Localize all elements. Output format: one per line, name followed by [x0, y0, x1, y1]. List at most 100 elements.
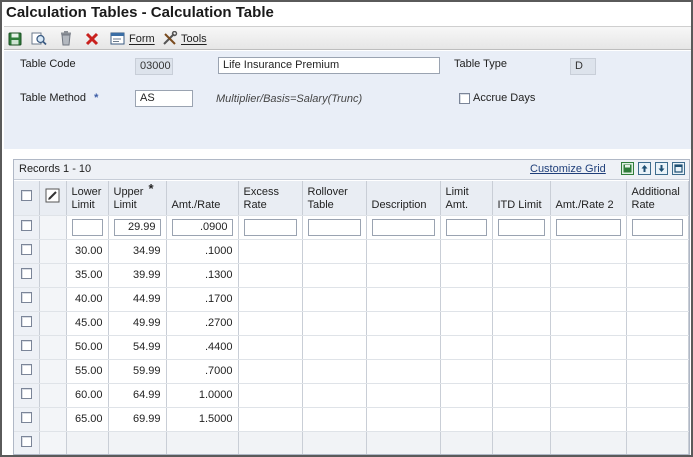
table-row[interactable]: 60.00 64.99 1.0000	[14, 383, 689, 408]
lower-limit-cell[interactable]: 40.00	[66, 287, 109, 312]
description-input-cell[interactable]	[366, 215, 441, 240]
itd-limit-cell[interactable]	[492, 359, 551, 384]
excess-rate-cell[interactable]	[238, 239, 303, 264]
additional-rate-cell[interactable]	[626, 383, 689, 408]
maximize-icon[interactable]	[672, 162, 685, 175]
amt-rate-2-cell[interactable]	[550, 383, 627, 408]
rollover-table-cell[interactable]	[302, 287, 367, 312]
amt-rate-2-cell[interactable]	[550, 335, 627, 360]
find-button[interactable]	[31, 30, 47, 47]
itd-limit-cell[interactable]	[492, 383, 551, 408]
rollover-table-cell[interactable]	[302, 263, 367, 288]
row-select-cell[interactable]	[14, 239, 40, 264]
excess-rate-cell[interactable]	[238, 311, 303, 336]
additional-rate-cell[interactable]	[626, 311, 689, 336]
excess-rate-cell[interactable]	[238, 407, 303, 432]
row-select-cell[interactable]	[14, 359, 40, 384]
description-cell[interactable]	[366, 239, 441, 264]
excess-rate-cell[interactable]	[238, 383, 303, 408]
column-header-itd-limit[interactable]: ITD Limit	[492, 181, 551, 216]
itd-limit-cell[interactable]	[492, 335, 551, 360]
table-row[interactable]: 50.00 54.99.4400	[14, 335, 689, 360]
upper-limit-input[interactable]: 29.99	[113, 218, 161, 236]
row-checkbox[interactable]	[20, 340, 32, 351]
additional-rate-cell[interactable]	[626, 263, 689, 288]
excess-rate-cell[interactable]	[238, 359, 303, 384]
row-checkbox[interactable]	[20, 244, 32, 255]
form-menu[interactable]: Form	[110, 30, 155, 47]
rollover-table-cell[interactable]	[302, 407, 367, 432]
amt-rate-cell[interactable]: .4400	[166, 335, 239, 360]
tools-menu[interactable]: Tools	[162, 30, 207, 47]
upper-limit-cell[interactable]: 49.99	[108, 311, 167, 336]
amt-rate-2-input[interactable]	[555, 218, 621, 236]
amt-rate-2-cell[interactable]	[550, 359, 627, 384]
column-header-additional-rate[interactable]: Additional Rate	[626, 181, 689, 216]
close-button[interactable]	[85, 30, 99, 47]
accrue-days-checkbox[interactable]	[459, 92, 470, 104]
table-row[interactable]: 30.00 34.99.1000	[14, 239, 689, 264]
column-header-amt-rate-2[interactable]: Amt./Rate 2	[550, 181, 627, 216]
limit-amt-cell[interactable]	[440, 239, 493, 264]
rollover-table-cell[interactable]	[302, 311, 367, 336]
row-checkbox[interactable]	[20, 412, 32, 423]
excess-rate-cell[interactable]	[238, 335, 303, 360]
description-cell[interactable]	[366, 359, 441, 384]
excess-rate-input-cell[interactable]	[238, 215, 303, 240]
rollover-table-cell[interactable]	[302, 335, 367, 360]
column-header-upper-limit[interactable]: Upper Limit *	[108, 181, 167, 216]
rollover-table-cell[interactable]	[302, 383, 367, 408]
row-checkbox[interactable]	[20, 364, 32, 375]
itd-limit-cell[interactable]	[492, 287, 551, 312]
row-checkbox[interactable]	[20, 436, 32, 447]
delete-button[interactable]	[59, 30, 73, 47]
row-select-cell[interactable]	[14, 311, 40, 336]
grid-save-icon[interactable]	[621, 162, 634, 175]
amt-rate-input[interactable]: .0900	[171, 218, 233, 236]
amt-rate-cell[interactable]: .7000	[166, 359, 239, 384]
additional-rate-cell[interactable]	[626, 335, 689, 360]
additional-rate-input[interactable]	[631, 218, 683, 236]
itd-limit-cell[interactable]	[492, 239, 551, 264]
row-checkbox[interactable]	[20, 388, 32, 399]
rollover-table-cell[interactable]	[302, 359, 367, 384]
rollover-table-cell[interactable]	[302, 239, 367, 264]
lower-limit-cell[interactable]: 50.00	[66, 335, 109, 360]
lower-limit-cell[interactable]: 45.00	[66, 311, 109, 336]
description-cell[interactable]	[366, 383, 441, 408]
limit-amt-input-cell[interactable]	[440, 215, 493, 240]
additional-rate-cell[interactable]	[626, 359, 689, 384]
description-cell[interactable]	[366, 335, 441, 360]
excess-rate-cell[interactable]	[238, 287, 303, 312]
export-icon[interactable]	[638, 162, 651, 175]
select-all-checkbox[interactable]	[20, 190, 32, 202]
lower-limit-cell[interactable]: 65.00	[66, 407, 109, 432]
amt-rate-cell[interactable]: 1.5000	[166, 407, 239, 432]
customize-grid-link[interactable]: Customize Grid	[530, 163, 606, 175]
row-select-cell[interactable]	[14, 407, 40, 432]
column-header-lower-limit[interactable]: Lower Limit	[66, 181, 109, 216]
upper-limit-cell[interactable]: 64.99	[108, 383, 167, 408]
lower-limit-input-cell[interactable]	[66, 215, 109, 240]
column-header-limit-amt[interactable]: Limit Amt.	[440, 181, 493, 216]
import-icon[interactable]	[655, 162, 668, 175]
amt-rate-2-cell[interactable]	[550, 287, 627, 312]
additional-rate-cell[interactable]	[626, 287, 689, 312]
itd-limit-input-cell[interactable]	[492, 215, 551, 240]
row-select-cell[interactable]	[14, 335, 40, 360]
row-checkbox[interactable]	[20, 268, 32, 279]
table-row[interactable]: 55.00 59.99.7000	[14, 359, 689, 384]
amt-rate-cell[interactable]: 1.0000	[166, 383, 239, 408]
upper-limit-cell[interactable]: 39.99	[108, 263, 167, 288]
upper-limit-input-cell[interactable]: 29.99	[108, 215, 167, 240]
upper-limit-cell[interactable]: 69.99	[108, 407, 167, 432]
upper-limit-cell[interactable]: 34.99	[108, 239, 167, 264]
lower-limit-cell[interactable]: 55.00	[66, 359, 109, 384]
itd-limit-cell[interactable]	[492, 407, 551, 432]
upper-limit-cell[interactable]: 54.99	[108, 335, 167, 360]
additional-rate-input-cell[interactable]	[626, 215, 689, 240]
accrue-days-option[interactable]: Accrue Days	[459, 92, 535, 104]
column-header-rollover-table[interactable]: Rollover Table	[302, 181, 367, 216]
limit-amt-cell[interactable]	[440, 263, 493, 288]
description-cell[interactable]	[366, 287, 441, 312]
